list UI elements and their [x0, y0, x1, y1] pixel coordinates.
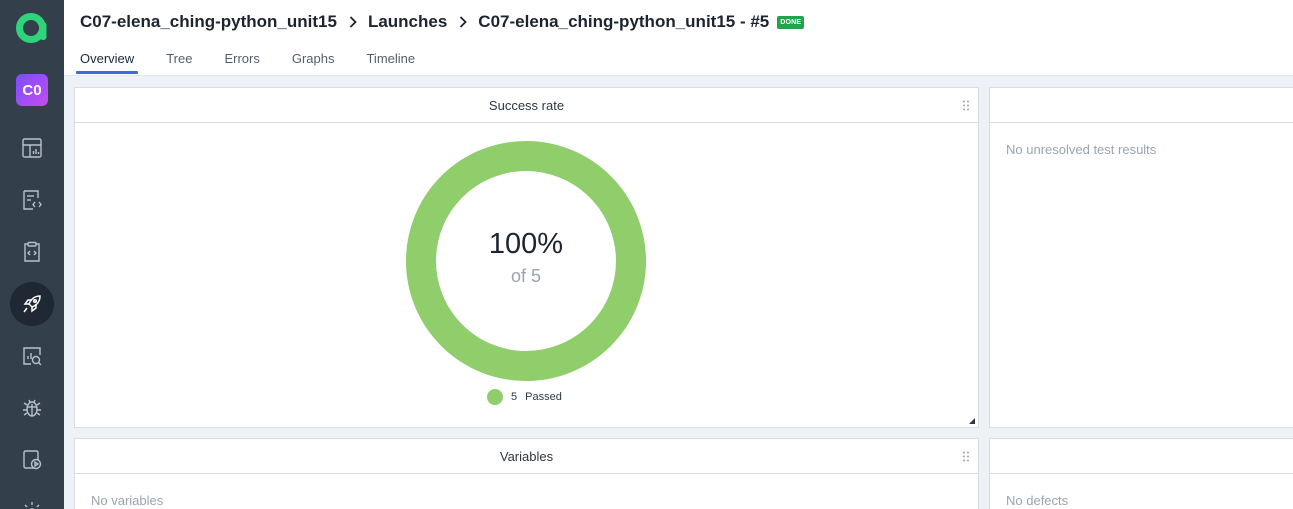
jobs-play-icon[interactable]	[10, 438, 54, 482]
success-rate-widget: Success rate 100% of 5 5 Passed	[74, 87, 979, 428]
tab-errors[interactable]: Errors	[220, 46, 263, 74]
legend-label: Passed	[525, 391, 562, 403]
test-plans-icon[interactable]	[10, 230, 54, 274]
settings-gear-icon[interactable]	[10, 490, 54, 509]
widget-header: Variables	[75, 439, 978, 474]
sidebar: C0	[0, 0, 64, 509]
variables-widget: Variables No variables	[74, 438, 979, 509]
defects-widget: No defects	[989, 438, 1293, 509]
success-donut-chart: 100% of 5	[405, 140, 647, 382]
widget-title: Success rate	[488, 97, 565, 113]
passed-arc	[406, 141, 646, 381]
test-cases-icon[interactable]	[10, 178, 54, 222]
empty-state-text: No unresolved test results	[1006, 142, 1157, 157]
app-logo-icon[interactable]	[15, 10, 49, 44]
chevron-right-icon	[459, 16, 468, 28]
breadcrumb-project-link[interactable]: C07-elena_ching-python_unit15	[80, 12, 337, 32]
tab-overview[interactable]: Overview	[76, 46, 139, 74]
widget-header	[990, 439, 1293, 474]
legend-count: 5	[511, 391, 518, 403]
project-badge[interactable]: C0	[16, 74, 48, 106]
chevron-right-icon	[349, 16, 357, 28]
success-total: of 5	[510, 266, 542, 286]
status-badge: DONE	[777, 15, 805, 29]
resize-handle-icon[interactable]	[969, 418, 976, 425]
empty-state-text: No variables	[91, 493, 164, 508]
launches-rocket-icon[interactable]	[10, 282, 54, 326]
passed-legend-dot[interactable]	[487, 389, 503, 405]
tab-tree[interactable]: Tree	[162, 46, 196, 74]
defects-bug-icon[interactable]	[10, 386, 54, 430]
widget-header: Success rate	[75, 88, 978, 123]
drag-handle-icon[interactable]	[962, 100, 970, 111]
launch-tabs: Overview Tree Errors Graphs Timeline	[76, 46, 443, 74]
breadcrumb-launch-name: C07-elena_ching-python_unit15 - #5	[478, 12, 770, 31]
empty-state-text: No defects	[1006, 493, 1069, 508]
dashboard-icon[interactable]	[10, 126, 54, 170]
widget-title: Variables	[499, 448, 554, 464]
page-header: C07-elena_ching-python_unit15 Launches C…	[64, 0, 1293, 76]
chart-legend: 5 Passed	[487, 389, 562, 405]
breadcrumb-launches-link[interactable]: Launches	[368, 12, 447, 32]
success-percent: 100%	[488, 228, 564, 260]
unresolved-widget: No unresolved test results	[989, 87, 1293, 428]
widget-header	[990, 88, 1293, 123]
drag-handle-icon[interactable]	[962, 451, 970, 462]
breadcrumb: C07-elena_ching-python_unit15 Launches C…	[80, 12, 805, 32]
analytics-icon[interactable]	[10, 334, 54, 378]
tab-graphs[interactable]: Graphs	[288, 46, 339, 74]
tab-timeline[interactable]: Timeline	[362, 46, 419, 74]
